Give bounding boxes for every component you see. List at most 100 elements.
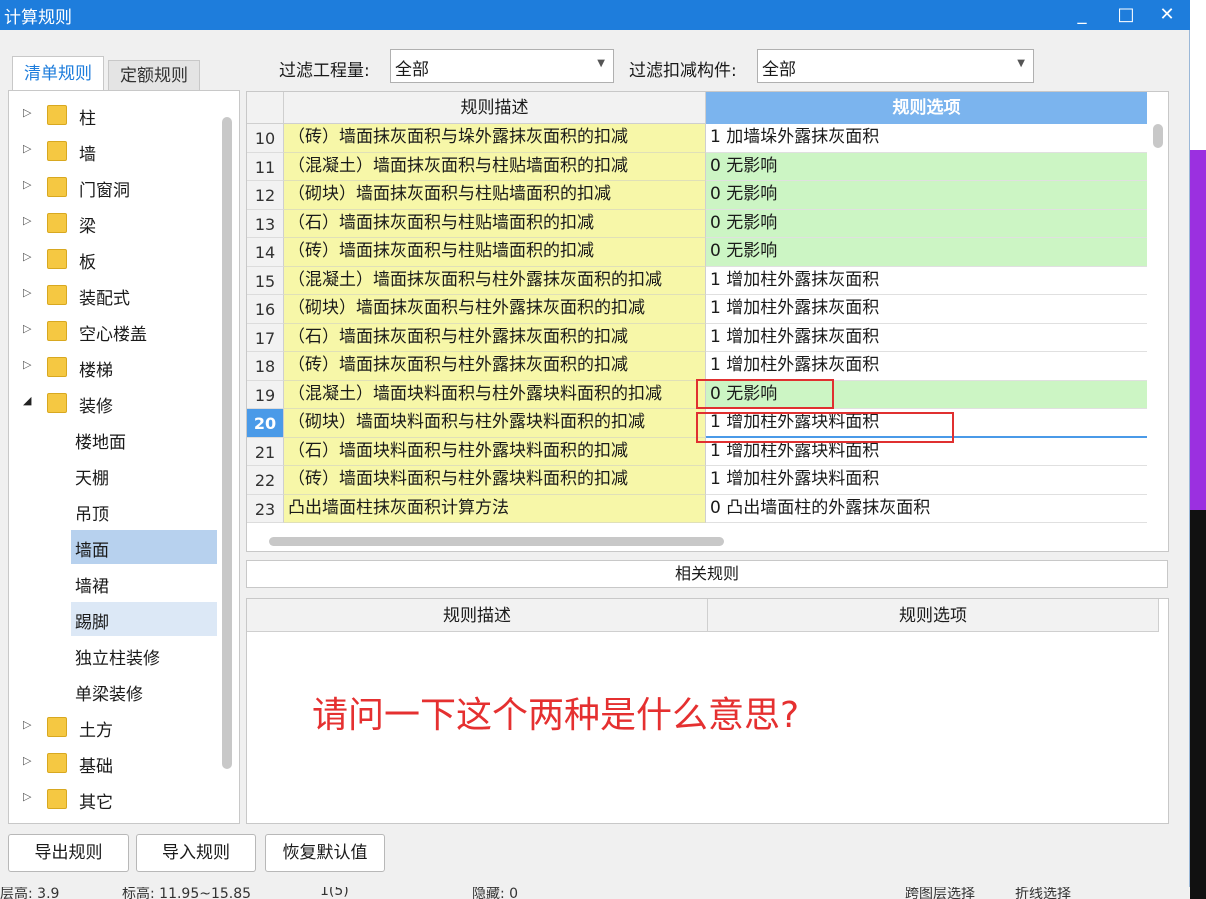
tab-bill-rules[interactable]: 清单规则 bbox=[12, 56, 104, 91]
row-number[interactable]: 14 bbox=[247, 238, 284, 267]
tree-leaf-floor[interactable]: 楼地面 bbox=[71, 422, 217, 456]
expand-arrow-icon[interactable]: ▷ bbox=[23, 142, 31, 155]
rule-option-cell[interactable]: 1 增加柱外露抹灰面积 bbox=[706, 266, 1147, 295]
expand-arrow-icon[interactable]: ▷ bbox=[23, 250, 31, 263]
rule-description-cell[interactable]: （石）墙面块料面积与柱外露块料面积的扣减 bbox=[284, 437, 706, 466]
row-number[interactable]: 23 bbox=[247, 494, 284, 523]
expand-arrow-icon[interactable]: ▷ bbox=[23, 358, 31, 371]
tree-node-foundation[interactable]: ▷ 基础 bbox=[9, 746, 219, 780]
tree-leaf-ceiling[interactable]: 天棚 bbox=[71, 458, 217, 492]
grid-vertical-scrollbar[interactable] bbox=[1153, 124, 1163, 148]
rule-description-cell[interactable]: （砌块）墙面块料面积与柱外露块料面积的扣减 bbox=[284, 409, 706, 438]
minimize-button[interactable]: _ bbox=[1067, 2, 1097, 28]
expand-arrow-icon[interactable]: ▷ bbox=[23, 214, 31, 227]
maximize-button[interactable]: □ bbox=[1111, 2, 1141, 28]
expand-arrow-icon[interactable]: ▷ bbox=[23, 286, 31, 299]
tree-node-beam[interactable]: ▷ 梁 bbox=[9, 206, 219, 240]
rule-description-cell[interactable]: （砖）墙面抹灰面积与柱外露抹灰面积的扣减 bbox=[284, 352, 706, 381]
table-row[interactable]: 17 （石）墙面抹灰面积与柱外露抹灰面积的扣减 1 增加柱外露抹灰面积 bbox=[247, 323, 1147, 352]
tree-node-column[interactable]: ▷ 柱 bbox=[9, 98, 219, 132]
tree-node-stairs[interactable]: ▷ 楼梯 bbox=[9, 350, 219, 384]
rule-option-cell[interactable]: 1 增加柱外露抹灰面积 bbox=[706, 323, 1147, 352]
rule-description-cell[interactable]: 凸出墙面柱抹灰面积计算方法 bbox=[284, 494, 706, 523]
tree-node-other[interactable]: ▷ 其它 bbox=[9, 782, 219, 816]
expand-arrow-icon[interactable]: ▷ bbox=[23, 718, 31, 731]
row-number[interactable]: 19 bbox=[247, 380, 284, 409]
rule-option-cell[interactable]: 0 凸出墙面柱的外露抹灰面积 bbox=[706, 494, 1147, 523]
tree-leaf-skirting[interactable]: 踢脚 bbox=[71, 602, 217, 636]
table-row[interactable]: 12 （砌块）墙面抹灰面积与柱贴墙面积的扣减 0 无影响 bbox=[247, 181, 1147, 210]
tree-node-earthwork[interactable]: ▷ 土方 bbox=[9, 710, 219, 744]
restore-defaults-button[interactable]: 恢复默认值 bbox=[265, 834, 385, 872]
tree-node-prefab[interactable]: ▷ 装配式 bbox=[9, 278, 219, 312]
expand-arrow-icon[interactable]: ▷ bbox=[23, 790, 31, 803]
row-number[interactable]: 10 bbox=[247, 124, 284, 153]
rule-description-cell[interactable]: （砖）墙面抹灰面积与垛外露抹灰面积的扣减 bbox=[284, 124, 706, 153]
tree-leaf-column-finish[interactable]: 独立柱装修 bbox=[71, 638, 217, 672]
expand-arrow-icon[interactable]: ▷ bbox=[23, 106, 31, 119]
export-rules-button[interactable]: 导出规则 bbox=[8, 834, 129, 872]
tree-leaf-wall-surface[interactable]: 墙面 bbox=[71, 530, 217, 564]
row-number[interactable]: 12 bbox=[247, 181, 284, 210]
tab-quota-rules[interactable]: 定额规则 bbox=[108, 60, 200, 90]
related-header-option[interactable]: 规则选项 bbox=[708, 599, 1159, 632]
related-rules-bar[interactable]: 相关规则 bbox=[246, 560, 1168, 588]
rule-option-cell[interactable]: 0 无影响 bbox=[706, 181, 1147, 210]
grid-horizontal-scrollbar[interactable] bbox=[269, 537, 724, 546]
row-number[interactable]: 18 bbox=[247, 352, 284, 381]
import-rules-button[interactable]: 导入规则 bbox=[136, 834, 256, 872]
tree-leaf-suspended-ceiling[interactable]: 吊顶 bbox=[71, 494, 217, 528]
tree-node-slab[interactable]: ▷ 板 bbox=[9, 242, 219, 276]
tree-leaf-beam-finish[interactable]: 单梁装修 bbox=[71, 674, 217, 708]
row-number[interactable]: 17 bbox=[247, 323, 284, 352]
rule-option-cell[interactable]: 0 无影响 bbox=[706, 209, 1147, 238]
close-button[interactable]: ✕ bbox=[1152, 2, 1182, 28]
rule-description-cell[interactable]: （砌块）墙面抹灰面积与柱贴墙面积的扣减 bbox=[284, 181, 706, 210]
tree-scrollbar[interactable] bbox=[222, 117, 232, 769]
rule-description-cell[interactable]: （混凝土）墙面抹灰面积与柱外露抹灰面积的扣减 bbox=[284, 266, 706, 295]
status-polyline-select[interactable]: 折线选择 bbox=[1015, 887, 1071, 899]
table-row[interactable]: 22 （砖）墙面块料面积与柱外露块料面积的扣减 1 增加柱外露块料面积 bbox=[247, 466, 1147, 495]
row-number[interactable]: 20 bbox=[247, 409, 284, 438]
rule-option-cell[interactable]: 1 增加柱外露抹灰面积 bbox=[706, 352, 1147, 381]
table-row[interactable]: 15 （混凝土）墙面抹灰面积与柱外露抹灰面积的扣减 1 增加柱外露抹灰面积 bbox=[247, 266, 1147, 295]
rule-description-cell[interactable]: （石）墙面抹灰面积与柱贴墙面积的扣减 bbox=[284, 209, 706, 238]
rule-description-cell[interactable]: （混凝土）墙面块料面积与柱外露块料面积的扣减 bbox=[284, 380, 706, 409]
rule-option-cell[interactable]: 1 加墙垛外露抹灰面积 bbox=[706, 124, 1147, 153]
filter-component-select[interactable]: 全部 ▼ bbox=[757, 49, 1034, 83]
column-header-description[interactable]: 规则描述 bbox=[284, 92, 706, 124]
rule-option-cell[interactable]: 0 无影响 bbox=[706, 152, 1147, 181]
rule-description-cell[interactable]: （砖）墙面抹灰面积与柱贴墙面积的扣减 bbox=[284, 238, 706, 267]
table-row[interactable]: 23 凸出墙面柱抹灰面积计算方法 0 凸出墙面柱的外露抹灰面积 bbox=[247, 494, 1147, 523]
rule-description-cell[interactable]: （砖）墙面块料面积与柱外露块料面积的扣减 bbox=[284, 466, 706, 495]
row-number[interactable]: 15 bbox=[247, 266, 284, 295]
row-number[interactable]: 11 bbox=[247, 152, 284, 181]
rule-option-cell[interactable]: 1 增加柱外露块料面积 bbox=[706, 466, 1147, 495]
filter-quantity-select[interactable]: 全部 ▼ bbox=[390, 49, 614, 83]
collapse-arrow-icon[interactable]: ◢ bbox=[23, 394, 31, 407]
row-number[interactable]: 16 bbox=[247, 295, 284, 324]
rule-description-cell[interactable]: （混凝土）墙面抹灰面积与柱贴墙面积的扣减 bbox=[284, 152, 706, 181]
table-row[interactable]: 13 （石）墙面抹灰面积与柱贴墙面积的扣减 0 无影响 bbox=[247, 209, 1147, 238]
table-row[interactable]: 14 （砖）墙面抹灰面积与柱贴墙面积的扣减 0 无影响 bbox=[247, 238, 1147, 267]
row-number[interactable]: 21 bbox=[247, 437, 284, 466]
expand-arrow-icon[interactable]: ▷ bbox=[23, 178, 31, 191]
table-row[interactable]: 11 （混凝土）墙面抹灰面积与柱贴墙面积的扣减 0 无影响 bbox=[247, 152, 1147, 181]
column-header-option[interactable]: 规则选项 bbox=[706, 92, 1147, 124]
table-row[interactable]: 16 （砌块）墙面抹灰面积与柱外露抹灰面积的扣减 1 增加柱外露抹灰面积 bbox=[247, 295, 1147, 324]
rule-option-cell[interactable]: 0 无影响 bbox=[706, 238, 1147, 267]
tree-node-openings[interactable]: ▷ 门窗洞 bbox=[9, 170, 219, 204]
rule-description-cell[interactable]: （砌块）墙面抹灰面积与柱外露抹灰面积的扣减 bbox=[284, 295, 706, 324]
status-cross-layer-select[interactable]: 跨图层选择 bbox=[905, 887, 975, 899]
rule-option-cell[interactable]: 1 增加柱外露抹灰面积 bbox=[706, 295, 1147, 324]
row-number[interactable]: 13 bbox=[247, 209, 284, 238]
expand-arrow-icon[interactable]: ▷ bbox=[23, 322, 31, 335]
expand-arrow-icon[interactable]: ▷ bbox=[23, 754, 31, 767]
tree-node-hollow-floor[interactable]: ▷ 空心楼盖 bbox=[9, 314, 219, 348]
rule-description-cell[interactable]: （石）墙面抹灰面积与柱外露抹灰面积的扣减 bbox=[284, 323, 706, 352]
related-header-description[interactable]: 规则描述 bbox=[247, 599, 708, 632]
tree-node-finishes[interactable]: ◢ 装修 bbox=[9, 386, 219, 420]
row-number[interactable]: 22 bbox=[247, 466, 284, 495]
tree-node-wall[interactable]: ▷ 墙 bbox=[9, 134, 219, 168]
table-row[interactable]: 18 （砖）墙面抹灰面积与柱外露抹灰面积的扣减 1 增加柱外露抹灰面积 bbox=[247, 352, 1147, 381]
